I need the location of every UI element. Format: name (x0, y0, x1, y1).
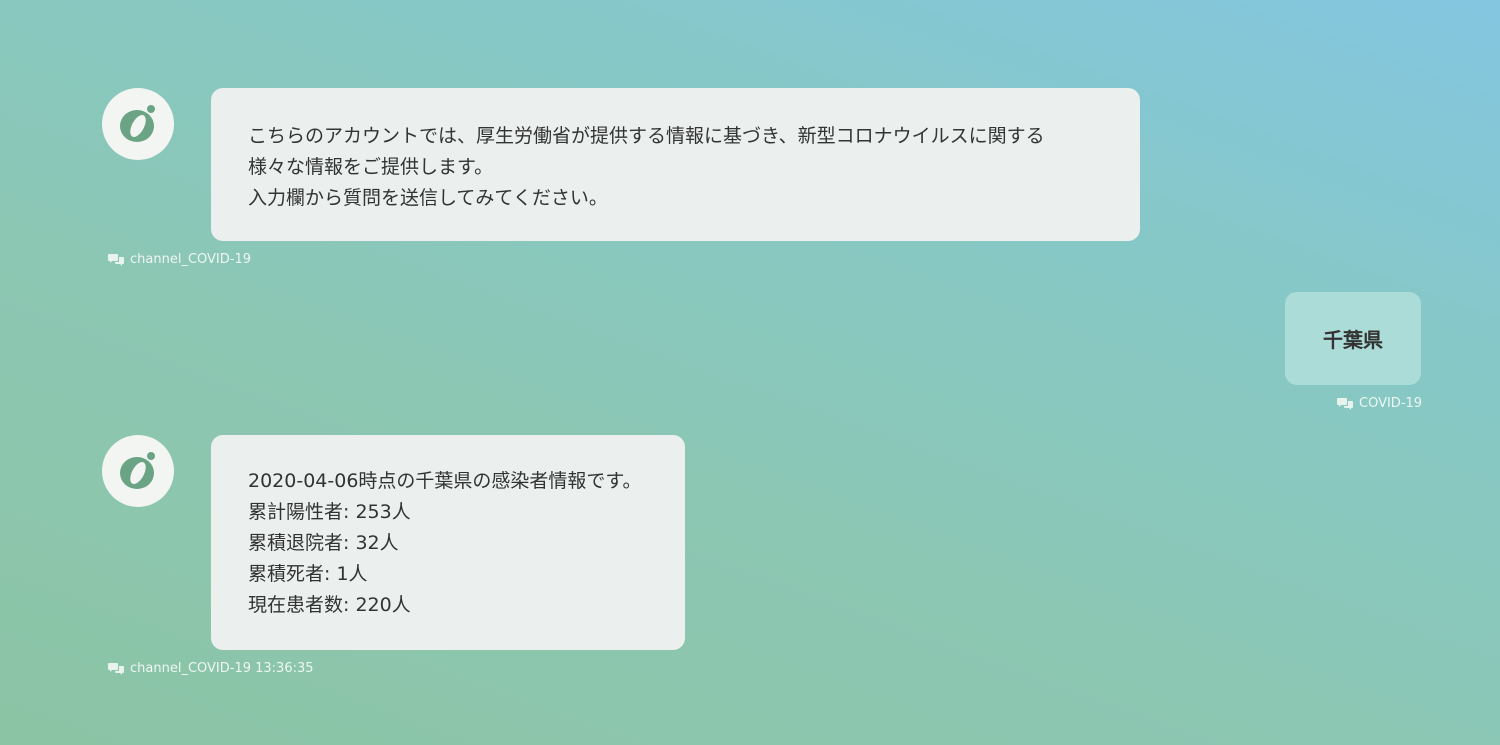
chat-thread: こちらのアカウントでは、厚生労働省が提供する情報に基づき、新型コロナウイルスに関… (0, 0, 1500, 745)
bot-avatar (102, 435, 174, 507)
message-text-line: 累積死者: 1人 (248, 563, 368, 585)
channel-label: channel_COVID-19 (130, 252, 251, 267)
chat-bubbles-icon (108, 662, 124, 675)
chat-bubbles-icon (108, 253, 124, 266)
channel-label: channel_COVID-19 13:36:35 (130, 661, 314, 676)
channel-label: COVID-19 (1359, 396, 1423, 411)
message-meta: channel_COVID-19 (108, 252, 251, 267)
chat-bubbles-icon (1337, 397, 1353, 410)
message-text-line: 様々な情報をご提供します。 (248, 156, 494, 178)
message-text-line: 現在患者数: 220人 (248, 594, 411, 616)
bot-message-bubble: こちらのアカウントでは、厚生労働省が提供する情報に基づき、新型コロナウイルスに関… (211, 88, 1140, 241)
bot-avatar (102, 88, 174, 160)
message-text-line: 入力欄から質問を送信してみてください。 (248, 187, 608, 209)
message-meta: channel_COVID-19 13:36:35 (108, 661, 314, 676)
message-text-line: こちらのアカウントでは、厚生労働省が提供する情報に基づき、新型コロナウイルスに関… (248, 125, 1045, 147)
message-text-line: 2020-04-06時点の千葉県の感染者情報です。 (248, 470, 642, 492)
bot-logo-icon (120, 105, 155, 142)
bot-logo-icon (120, 452, 155, 489)
user-message-text: 千葉県 (1323, 328, 1383, 352)
message-text-line: 累積退院者: 32人 (248, 532, 399, 554)
message-text-line: 累計陽性者: 253人 (248, 501, 411, 523)
bot-message-bubble: 2020-04-06時点の千葉県の感染者情報です。 累計陽性者: 253人 累積… (211, 435, 685, 650)
user-message-bubble: 千葉県 (1285, 292, 1421, 385)
message-meta: COVID-19 (1337, 396, 1422, 411)
